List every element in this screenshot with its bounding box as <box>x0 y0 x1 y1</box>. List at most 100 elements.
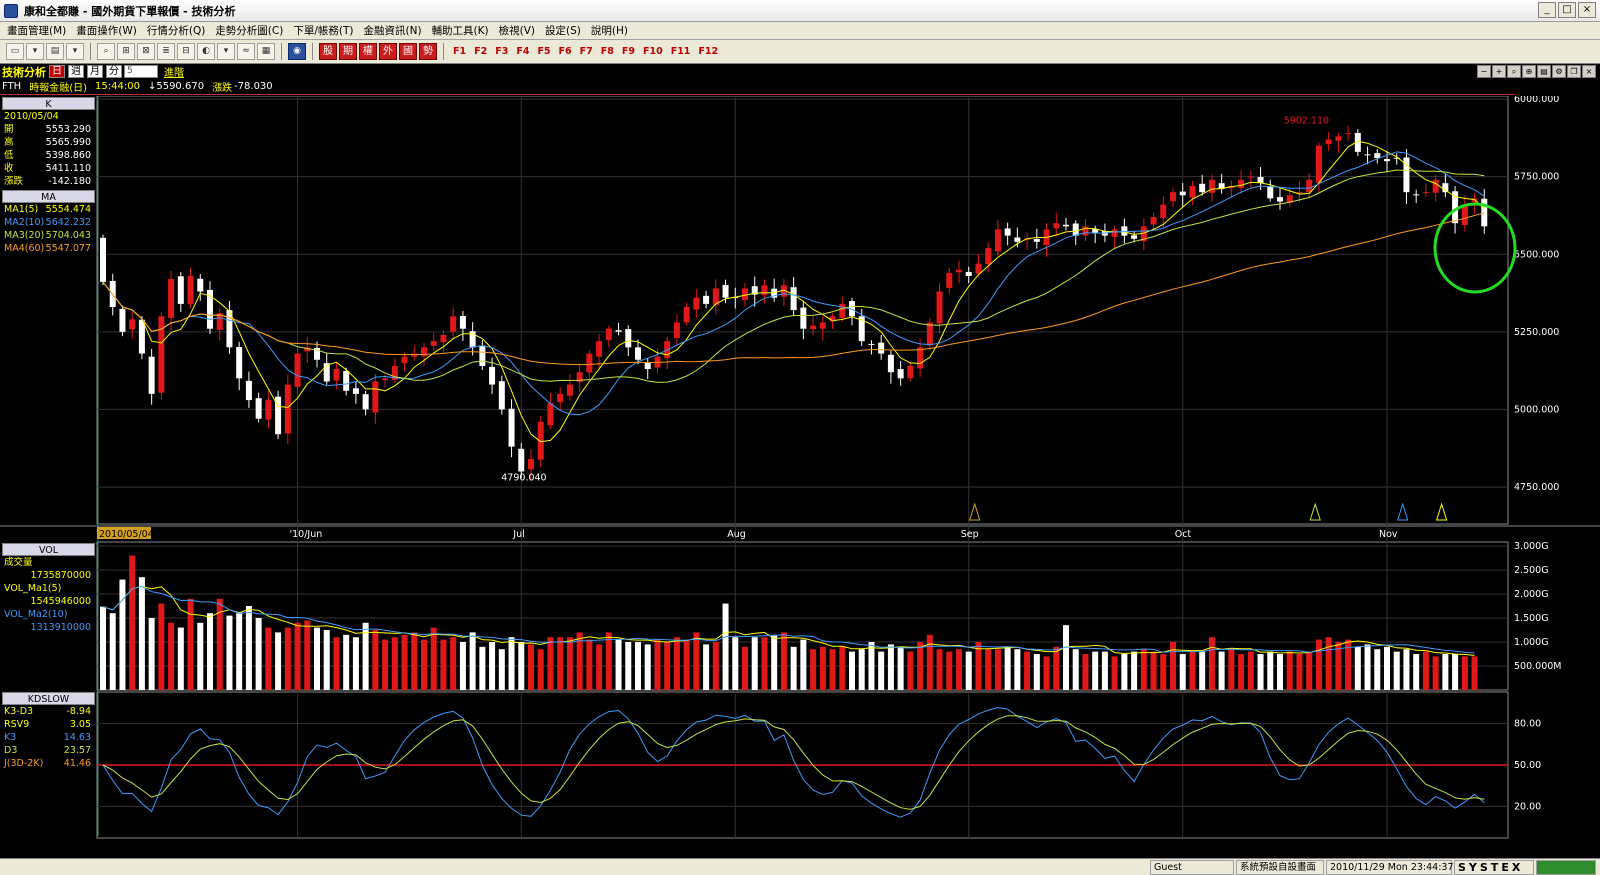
menu-trend-chart[interactable]: 走勢分析圖(C) <box>210 23 288 38</box>
settings-icon[interactable]: ⚙ <box>1552 65 1566 78</box>
f7-key[interactable]: F7 <box>577 46 596 57</box>
menu-screen-manage[interactable]: 畫面管理(M) <box>2 23 71 38</box>
print-icon[interactable]: ▤ <box>1537 65 1551 78</box>
restore-icon[interactable]: ❐ <box>1567 65 1581 78</box>
menu-tools[interactable]: 輔助工具(K) <box>427 23 494 38</box>
trend-quote-button[interactable]: 勢 <box>419 43 437 60</box>
search-icon[interactable]: ⌕ <box>1507 65 1521 78</box>
zoom-in-icon[interactable]: + <box>1492 65 1506 78</box>
list-icon[interactable]: ≣ <box>157 43 175 60</box>
technical-chart[interactable]: 6000.000 5750.000 5500.000 5250.000 5000.000… <box>0 96 1600 858</box>
time-tick-label: Oct <box>1175 529 1192 540</box>
volume-bar <box>479 646 486 690</box>
candle <box>177 276 184 304</box>
candle <box>625 329 632 348</box>
connection-indicator <box>1536 860 1596 875</box>
menu-view[interactable]: 檢視(V) <box>494 23 540 38</box>
save-layout-icon[interactable]: ▤ <box>46 43 64 60</box>
close-window-icon[interactable]: ⊠ <box>137 43 155 60</box>
volume-bar <box>742 646 748 690</box>
volume-bar <box>605 632 612 690</box>
kd-label: RSV9 <box>4 719 30 730</box>
f1-key[interactable]: F1 <box>450 46 469 57</box>
volume-bar <box>440 639 447 690</box>
vol-value: 1545946000 <box>30 596 91 607</box>
close-button[interactable]: × <box>1578 2 1596 18</box>
globe-icon[interactable]: ◐ <box>197 43 215 60</box>
new-window-icon[interactable]: ▭ <box>6 43 24 60</box>
zoom-out-icon[interactable]: − <box>1477 65 1491 78</box>
f11-key[interactable]: F11 <box>668 46 694 57</box>
search-icon[interactable]: ⌕ <box>97 43 115 60</box>
dropdown-icon[interactable]: ▾ <box>26 43 44 60</box>
stock-quote-button[interactable]: 股 <box>319 43 337 60</box>
f3-key[interactable]: F3 <box>492 46 511 57</box>
volume-bar <box>284 627 291 690</box>
menu-order-account[interactable]: 下單/帳務(T) <box>288 23 358 38</box>
interval-select[interactable]: 5 <box>124 65 158 78</box>
volume-bar <box>1208 637 1215 690</box>
candle <box>362 394 369 410</box>
volume-tick-label: 500.000M <box>1514 661 1561 672</box>
candle <box>1364 154 1371 156</box>
volume-bar <box>956 649 962 690</box>
chart-icon[interactable]: ≈ <box>237 43 255 60</box>
volume-bar <box>508 637 515 690</box>
f2-key[interactable]: F2 <box>471 46 490 57</box>
foreign-quote-button[interactable]: 外 <box>379 43 397 60</box>
f10-key[interactable]: F10 <box>640 46 666 57</box>
domestic-quote-button[interactable]: 國 <box>399 43 417 60</box>
volume-bar <box>557 637 564 690</box>
volume-bar <box>1218 651 1225 690</box>
volume-tick-label: 1.500G <box>1514 613 1549 624</box>
volume-bar <box>1325 637 1332 690</box>
volume-bar <box>304 620 311 690</box>
candle <box>946 272 953 289</box>
period-week-tab[interactable]: 週 <box>68 65 84 78</box>
futures-quote-button[interactable]: 期 <box>339 43 357 60</box>
volume-bar <box>1072 649 1079 690</box>
dropdown-icon[interactable]: ▾ <box>66 43 84 60</box>
volume-bar <box>1413 654 1420 690</box>
volume-bar <box>625 642 632 690</box>
volume-bar <box>985 649 992 690</box>
menu-screen-operate[interactable]: 畫面操作(W) <box>71 23 142 38</box>
candle <box>878 342 885 354</box>
period-minute-tab[interactable]: 分 <box>106 65 122 78</box>
candle <box>479 345 486 366</box>
advanced-link[interactable]: 進階 <box>164 64 184 79</box>
candle <box>800 307 807 329</box>
table-icon[interactable]: ⊟ <box>177 43 195 60</box>
period-day-tab[interactable]: 日 <box>49 65 65 78</box>
menu-quote-analysis[interactable]: 行情分析(Q) <box>142 23 210 38</box>
menu-settings[interactable]: 設定(S) <box>540 23 586 38</box>
menu-help[interactable]: 說明(H) <box>586 23 633 38</box>
f9-key[interactable]: F9 <box>619 46 638 57</box>
magnify-icon[interactable]: ⊕ <box>1522 65 1536 78</box>
close-icon[interactable]: × <box>1582 65 1596 78</box>
volume-bar <box>712 642 719 690</box>
volume-bar <box>790 646 797 690</box>
f5-key[interactable]: F5 <box>534 46 553 57</box>
grid-icon[interactable]: ⊞ <box>117 43 135 60</box>
f6-key[interactable]: F6 <box>556 46 575 57</box>
volume-tick-label: 1.000G <box>1514 637 1549 648</box>
period-month-tab[interactable]: 月 <box>87 65 103 78</box>
quote-time: 15:44:00 <box>95 80 140 92</box>
f12-key[interactable]: F12 <box>695 46 721 57</box>
maximize-button[interactable]: □ <box>1558 2 1576 18</box>
f8-key[interactable]: F8 <box>598 46 617 57</box>
options-quote-button[interactable]: 權 <box>359 43 377 60</box>
candle <box>528 459 534 470</box>
menu-financial-info[interactable]: 金融資訊(N) <box>359 23 427 38</box>
calculator-icon[interactable]: ▦ <box>257 43 275 60</box>
volume-bar <box>926 634 933 690</box>
systex-logo-icon[interactable]: ◉ <box>288 43 306 60</box>
candle <box>1033 239 1040 242</box>
candle <box>985 248 992 265</box>
minimize-button[interactable]: _ <box>1538 2 1556 18</box>
volume-bar <box>430 627 437 690</box>
dropdown-icon[interactable]: ▾ <box>217 43 235 60</box>
technical-analysis-panel: 技術分析 日 週 月 分 5 進階 − + ⌕ ⊕ ▤ ⚙ ❐ × FTH 時報… <box>0 64 1600 858</box>
f4-key[interactable]: F4 <box>513 46 532 57</box>
